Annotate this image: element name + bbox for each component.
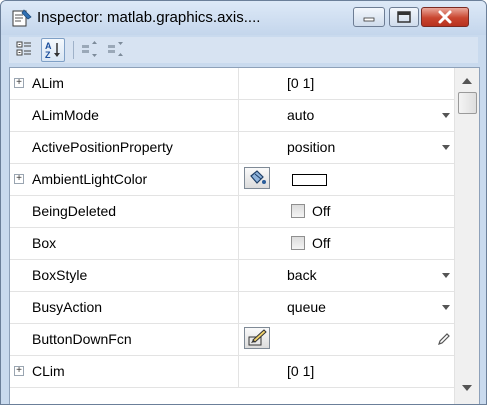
toolbar-separator [73, 41, 74, 59]
scroll-up-icon[interactable] [462, 78, 472, 84]
expand-icon[interactable]: + [14, 174, 24, 184]
property-value[interactable]: position [287, 139, 335, 155]
property-name: ALimMode [32, 107, 99, 123]
sort-az-icon: A Z [45, 41, 60, 60]
property-value[interactable]: [0 1] [287, 363, 314, 379]
paint-bucket-icon [250, 170, 266, 184]
property-name-cell: Box [10, 228, 239, 259]
property-name-cell: + ALim [10, 68, 239, 99]
window-title: Inspector: matlab.graphics.axis.... [37, 9, 261, 26]
expand-all-icon [82, 41, 97, 57]
property-value[interactable]: back [287, 267, 317, 283]
property-row-alim[interactable]: + ALim [0 1] [10, 68, 454, 100]
close-button[interactable] [421, 7, 469, 27]
property-checkbox[interactable] [291, 204, 305, 218]
checkbox-label: Off [312, 235, 331, 251]
collapse-all-button[interactable] [105, 38, 129, 62]
dropdown-arrow-icon[interactable] [442, 113, 450, 118]
alphabetical-view-button[interactable]: A Z [41, 38, 65, 62]
close-icon [438, 10, 452, 24]
property-name-cell: + AmbientLightColor [10, 164, 239, 195]
dropdown-arrow-icon[interactable] [442, 145, 450, 150]
minimize-button[interactable] [353, 7, 385, 27]
expand-icon[interactable]: + [14, 78, 24, 88]
color-swatch[interactable] [292, 174, 327, 186]
property-row-boxstyle[interactable]: BoxStyle back [10, 260, 454, 292]
callback-edit-button[interactable] [244, 327, 270, 349]
property-name: ActivePositionProperty [32, 139, 173, 155]
scroll-down-icon[interactable] [462, 385, 472, 391]
svg-text:Z: Z [45, 50, 51, 60]
property-checkbox[interactable] [291, 236, 305, 250]
inspector-window: Inspector: matlab.graphics.axis.... A Z … [0, 0, 487, 405]
property-name: ALim [32, 75, 64, 91]
checkbox-label: Off [312, 203, 331, 219]
property-name: BoxStyle [32, 267, 88, 283]
maximize-button[interactable] [389, 7, 419, 27]
color-picker-button[interactable] [244, 167, 270, 189]
property-name: BusyAction [32, 299, 103, 315]
edit-callback-icon [248, 329, 267, 346]
expand-all-button[interactable] [79, 38, 103, 62]
inspector-icon [12, 9, 32, 27]
property-row-buttondownfcn[interactable]: ButtonDownFcn [10, 324, 454, 356]
categorized-icon [16, 41, 31, 56]
dropdown-arrow-icon[interactable] [442, 305, 450, 310]
dropdown-arrow-icon[interactable] [442, 273, 450, 278]
property-row-clim[interactable]: + CLim [0 1] [10, 356, 454, 388]
property-name-cell: + CLim [10, 356, 239, 387]
property-name-cell: ALimMode [10, 100, 239, 131]
property-row-busyaction[interactable]: BusyAction queue [10, 292, 454, 324]
minimize-icon [363, 17, 375, 22]
categorized-view-button[interactable] [13, 38, 37, 62]
collapse-all-icon [108, 42, 123, 56]
property-name: AmbientLightColor [32, 171, 148, 187]
property-name: ButtonDownFcn [32, 331, 132, 347]
property-row-ambientlightcolor[interactable]: + AmbientLightColor [10, 164, 454, 196]
property-name: Box [32, 235, 57, 251]
property-value[interactable]: queue [287, 299, 326, 315]
property-name-cell: ButtonDownFcn [10, 324, 239, 355]
property-row-alimmode[interactable]: ALimMode auto [10, 100, 454, 132]
property-row-activepositionproperty[interactable]: ActivePositionProperty position [10, 132, 454, 164]
maximize-icon [397, 11, 411, 23]
property-name: BeingDeleted [32, 203, 117, 219]
property-value[interactable]: auto [287, 107, 314, 123]
property-name-cell: BoxStyle [10, 260, 239, 291]
property-row-beingdeleted[interactable]: BeingDeleted Off [10, 196, 454, 228]
property-value[interactable]: [0 1] [287, 75, 314, 91]
pencil-icon[interactable] [437, 332, 451, 346]
title-bar[interactable]: Inspector: matlab.graphics.axis.... [1, 1, 486, 35]
property-row-box[interactable]: Box Off [10, 228, 454, 260]
scroll-thumb[interactable] [458, 92, 477, 114]
toolbar: A Z [9, 37, 478, 63]
property-name-cell: BeingDeleted [10, 196, 239, 227]
property-name: CLim [32, 363, 65, 379]
property-name-cell: BusyAction [10, 292, 239, 323]
vertical-scrollbar[interactable] [454, 68, 479, 404]
property-grid: + ALim [0 1] ALimMode auto ActivePositio… [9, 67, 480, 404]
property-name-cell: ActivePositionProperty [10, 132, 239, 163]
expand-icon[interactable]: + [14, 366, 24, 376]
